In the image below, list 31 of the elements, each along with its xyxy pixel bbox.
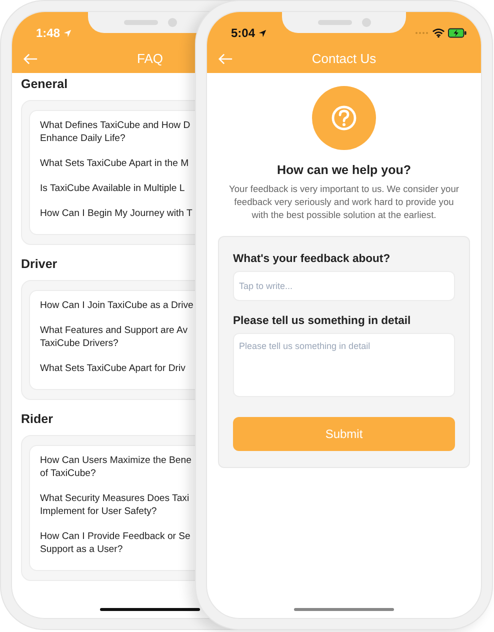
back-arrow-icon[interactable]: [23, 52, 38, 64]
faq-question[interactable]: What Features and Support are Av TaxiCube Drivers?: [40, 324, 188, 350]
field-label: What's your feedback about?: [233, 253, 392, 265]
location-arrow-icon: [63, 28, 72, 38]
screen-title: FAQ: [136, 51, 163, 66]
wifi-icon: [432, 28, 445, 38]
faq-question[interactable]: What Sets TaxiCube Apart for Driv: [40, 362, 186, 375]
section-heading: Rider: [21, 412, 53, 426]
input-field[interactable]: Tap to write...: [233, 271, 455, 301]
text-area[interactable]: Please tell us something in detail: [233, 333, 455, 397]
faq-question[interactable]: Is TaxiCube Available in Multiple L: [40, 182, 185, 195]
faq-question[interactable]: What Sets TaxiCube Apart in the M: [40, 157, 189, 170]
field-label: Please tell us something in detail: [233, 315, 412, 327]
faq-question[interactable]: How Can I Begin My Journey with T: [40, 207, 192, 220]
faq-question[interactable]: How Can I Join TaxiCube as a Drive: [40, 299, 194, 312]
status-time: 1:48: [36, 26, 60, 40]
faq-question[interactable]: How Can I Provide Feedback or Se Support as a User?: [40, 530, 190, 556]
battery-charging-icon: [448, 28, 467, 38]
signal-icon: [415, 31, 429, 35]
section-heading: Driver: [21, 257, 58, 271]
faq-question[interactable]: What Security Measures Does Taxi Implement for User Safety?: [40, 492, 190, 518]
faq-question[interactable]: How Can Users Maximize the Bene of TaxiCube?: [40, 454, 192, 480]
screen-title: Contact Us: [312, 51, 376, 66]
help-heading: How can we help you?: [276, 163, 412, 177]
status-time: 5:04: [231, 26, 256, 40]
help-description: Your feedback is very important to us. We consider your feedback very seriously and work hard to provide you with the best possible solution at the earliest.: [228, 183, 460, 222]
help-icon: [312, 86, 376, 150]
back-arrow-icon[interactable]: [218, 52, 233, 64]
faq-question[interactable]: What Defines TaxiCube and How D Enhance Daily Life?: [40, 119, 190, 145]
section-heading: General: [21, 77, 68, 91]
location-arrow-icon: [258, 28, 268, 38]
